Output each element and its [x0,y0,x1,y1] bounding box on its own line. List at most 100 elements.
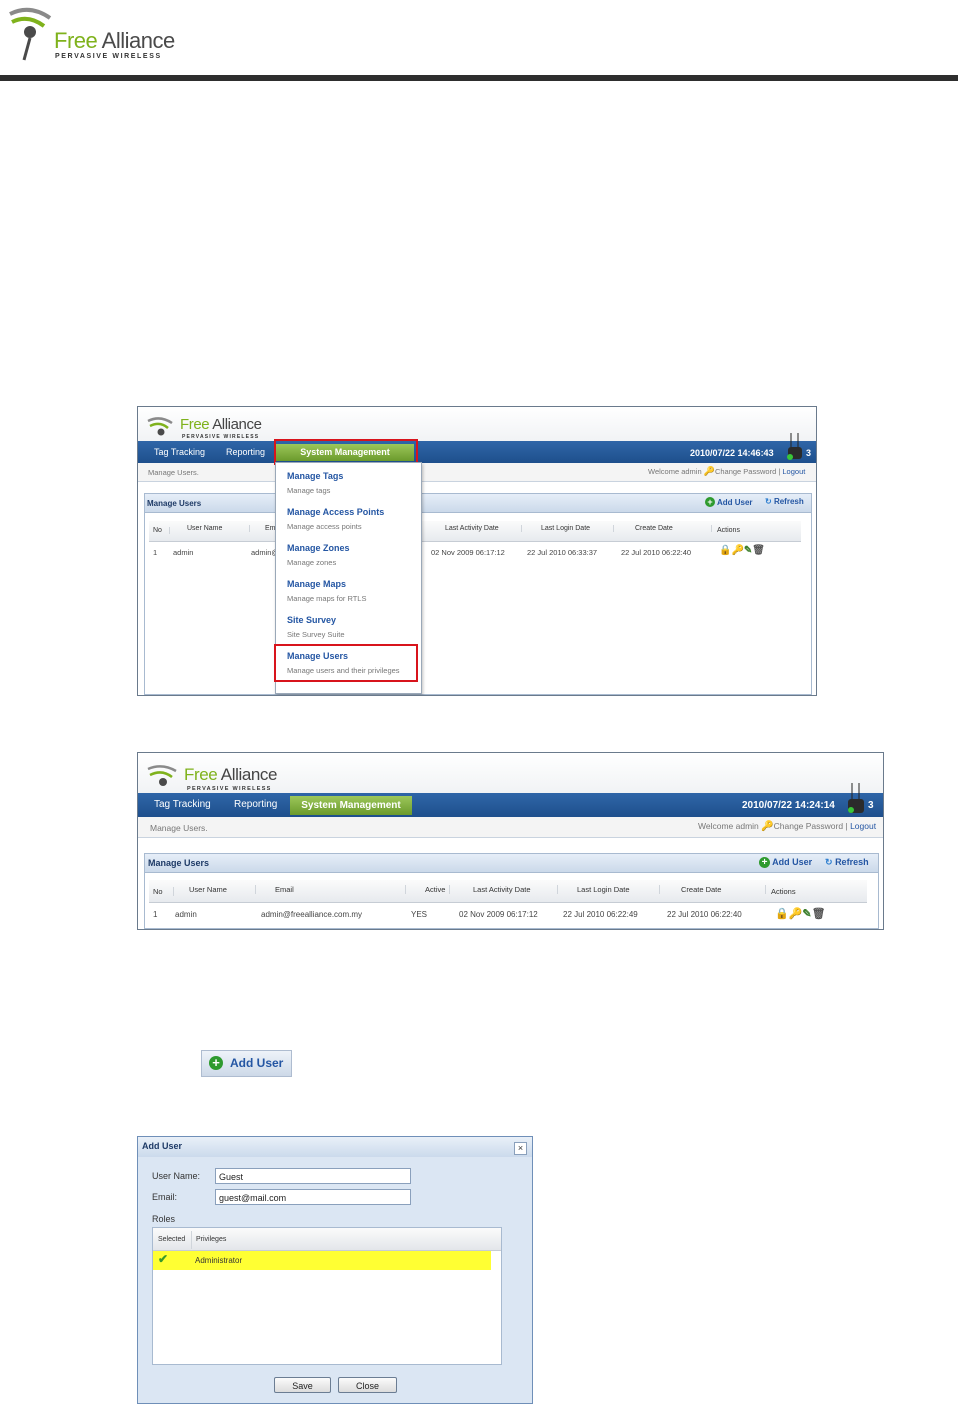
checkmark-icon[interactable]: ✔ [158,1252,168,1266]
cell-user-name: admin [175,910,197,919]
lock-icon[interactable]: 🔒 [719,545,731,556]
col-user-name[interactable]: User Name [187,525,250,532]
logout-link[interactable]: Logout [782,467,805,476]
col-no[interactable]: No [153,887,174,896]
row-actions: 🔒🔑✎🗑 [719,545,765,556]
trash-icon[interactable]: 🗑 [812,908,826,920]
close-button[interactable]: Close [338,1377,397,1393]
tab-tag-tracking[interactable]: Tag Tracking [154,799,211,810]
menu-item-desc: Manage maps for RTLS [287,594,367,603]
cell-last-activity: 02 Nov 2009 06:17:12 [459,910,538,919]
user-name-label: User Name: [152,1171,201,1181]
change-password-link[interactable]: Change Password [715,467,776,476]
column-divider [191,1231,192,1249]
close-icon[interactable]: × [514,1142,527,1155]
app-header: Free Alliance PERVASIVE WIRELESS [138,753,883,793]
panel-header: Manage Users + Add User ↻ Refresh [145,494,811,513]
brand-name-free: Free [54,28,98,53]
header-rule [0,75,958,81]
col-last-activity[interactable]: Last Activity Date [445,525,522,532]
tab-system-management[interactable]: System Management [290,796,412,815]
refresh-button[interactable]: ↻ Refresh [765,497,804,506]
menu-item-title: Site Survey [287,615,337,625]
row-actions: 🔒🔑✎🗑 [775,907,826,920]
roles-header: Selected Privileges [153,1228,501,1251]
highlight-manage-users [274,644,418,682]
key-icon[interactable]: 🔑 [789,908,803,920]
col-selected[interactable]: Selected [158,1236,185,1243]
add-user-button[interactable]: + Add User [201,1050,292,1077]
email-field[interactable]: guest@mail.com [215,1189,411,1205]
main-nav: Tag Tracking Reporting System Management… [138,783,883,817]
key-icon[interactable]: 🔑 [731,545,743,556]
link-separator: | [778,467,781,476]
menu-item-desc: Manage tags [287,486,331,495]
add-user-button[interactable]: + Add User [705,497,753,507]
cell-user-name: admin [173,548,194,557]
cell-active: YES [411,910,428,919]
plus-icon: + [759,857,770,868]
signal-device-icon [848,783,864,813]
signal-device-icon [787,433,802,460]
screenshot-manage-users: Free Alliance PERVASIVE WIRELESS Tag Tra… [137,752,884,930]
menu-item-desc: Manage zones [287,558,337,567]
col-privileges[interactable]: Privileges [196,1236,226,1243]
screenshot-system-menu: Free Alliance PERVASIVE WIRELESS Tag Tra… [137,406,817,696]
col-last-activity[interactable]: Last Activity Date [473,885,558,894]
tab-tag-tracking[interactable]: Tag Tracking [154,447,205,457]
brand-tagline: PERVASIVE WIRELESS [182,434,260,440]
role-name: Administrator [195,1256,243,1265]
save-button[interactable]: Save [274,1377,331,1393]
dialog-title: Add User [142,1141,183,1151]
cell-email: admin@freealliance.com.my [261,910,363,919]
col-email[interactable]: Email [275,885,406,894]
panel-header: Manage Users + Add User ↻ Refresh [145,854,878,873]
col-create-date[interactable]: Create Date [635,525,712,532]
menu-item-desc: Manage access points [287,522,362,531]
menu-item-title: Manage Access Points [287,507,385,517]
user-name-field[interactable]: Guest [215,1168,411,1184]
panel-title: Manage Users [147,499,202,508]
manage-users-panel: Manage Users + Add User ↻ Refresh No Use… [144,493,812,695]
app-header: Free Alliance PERVASIVE WIRELESS [138,407,816,441]
pencil-icon[interactable]: ✎ [802,908,811,920]
logout-link[interactable]: Logout [850,821,876,831]
tab-reporting[interactable]: Reporting [226,447,265,457]
roles-grid: Selected Privileges ✔ Administrator [152,1227,502,1365]
col-create-date[interactable]: Create Date [681,885,766,894]
add-user-dialog: Add User × User Name: Guest Email: guest… [137,1136,533,1404]
tab-reporting[interactable]: Reporting [234,799,277,810]
role-row-administrator[interactable]: ✔ Administrator [153,1251,491,1270]
col-user-name[interactable]: User Name [189,885,256,894]
user-links: Welcome admin 🔑Change Password | Logout [648,466,805,477]
cell-create-date: 22 Jul 2010 06:22:40 [667,910,742,919]
breadcrumb: Manage Users. [148,468,199,477]
refresh-button[interactable]: ↻ Refresh [825,857,869,868]
cell-no: 1 [153,910,158,919]
manage-users-panel: Manage Users + Add User ↻ Refresh No Use… [144,853,879,929]
satellite-swoosh-icon [9,7,52,61]
menu-item-title: Manage Tags [287,471,344,481]
change-password-link[interactable]: Change Password [774,821,843,831]
brand-tagline: PERVASIVE WIRELESS [187,786,272,792]
col-last-login[interactable]: Last Login Date [541,525,614,532]
add-user-label: Add User [716,498,753,507]
panel-title: Manage Users [148,858,210,868]
brand-name-free: Free [184,765,218,784]
col-last-login[interactable]: Last Login Date [577,885,660,894]
menu-item-title: Manage Zones [287,543,350,553]
col-active[interactable]: Active [425,885,450,894]
trash-icon[interactable]: 🗑 [752,545,765,556]
document-logo: Free Alliance PERVASIVE WIRELESS [4,2,176,64]
satellite-swoosh-icon [147,417,173,436]
col-no[interactable]: No [153,527,170,534]
cell-last-login: 22 Jul 2010 06:22:49 [563,910,638,919]
add-user-button[interactable]: + Add User [759,857,812,868]
sub-bar: Manage Users. Welcome admin 🔑Change Pass… [138,463,816,482]
key-icon: 🔑 [703,466,715,476]
lock-icon[interactable]: 🔒 [775,908,789,920]
welcome-text: Welcome admin [698,821,759,831]
table-header: No User Name Ema Last Activity Date Last… [149,521,801,542]
cell-no: 1 [153,548,158,557]
user-links: Welcome admin 🔑Change Password | Logout [698,821,876,832]
